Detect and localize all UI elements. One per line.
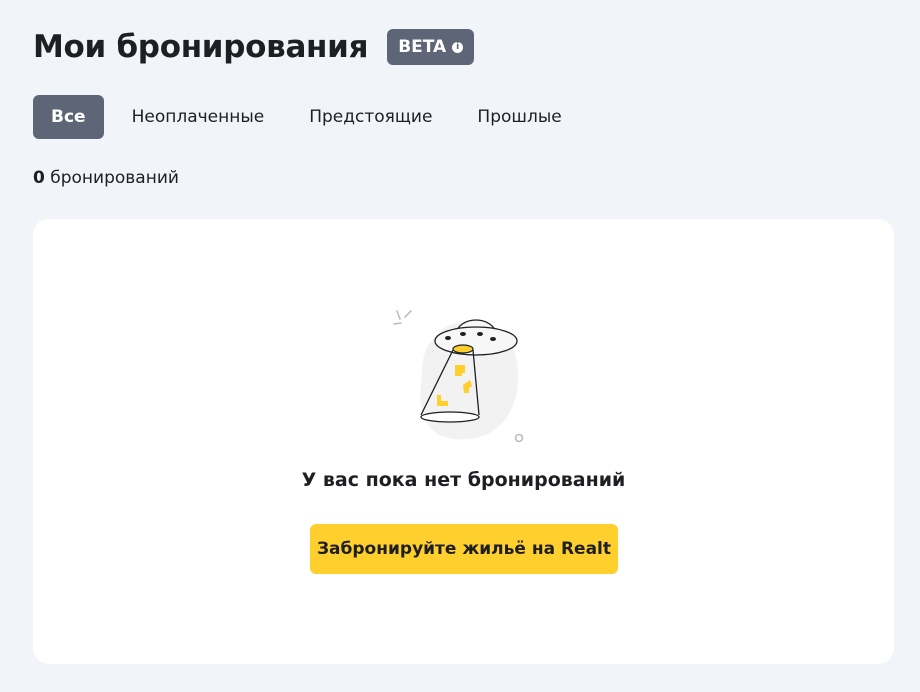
tab-unpaid[interactable]: Неоплаченные (115, 95, 282, 139)
beta-badge-label: BETA (398, 37, 447, 57)
beta-badge[interactable]: BETA i (387, 29, 475, 65)
bookings-count-label: бронирований (50, 168, 179, 188)
booking-tabs: Все Неоплаченные Предстоящие Прошлые (33, 95, 590, 139)
page-title: Мои бронирования (33, 29, 369, 65)
ufo-icon (393, 310, 524, 443)
empty-state-card: У вас пока нет бронирований Забронируйте… (33, 219, 894, 664)
empty-state-message: У вас пока нет бронирований (301, 469, 626, 491)
info-icon: i (452, 41, 464, 53)
tab-upcoming[interactable]: Предстоящие (292, 95, 449, 139)
bookings-count-value: 0 (33, 168, 45, 188)
bookings-count: 0 бронирований (33, 168, 179, 188)
page-header: Мои бронирования BETA i (33, 28, 475, 66)
tab-all[interactable]: Все (33, 95, 104, 139)
book-now-button[interactable]: Забронируйте жильё на Realt (310, 524, 618, 574)
tab-past[interactable]: Прошлые (460, 95, 578, 139)
